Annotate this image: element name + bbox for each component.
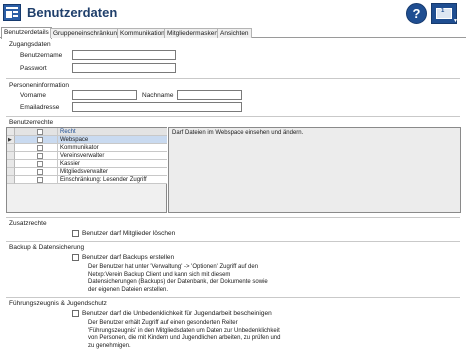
youth-description-line: Der Benutzer erhält Zugriff auf einen ge…	[88, 320, 238, 326]
row-pointer-icon: ▶	[8, 137, 12, 143]
youth-certify-checkbox[interactable]	[72, 310, 79, 317]
youth-description-line: zu genehmigen.	[88, 342, 131, 349]
window-switch-button[interactable]: 1 ▼	[431, 3, 458, 24]
right-checkbox[interactable]	[37, 177, 43, 183]
window-number: 1	[441, 8, 445, 14]
table-row[interactable]: ▶ Webspace	[7, 136, 167, 144]
username-label: Benutzername	[20, 52, 63, 59]
backup-description-line: Der Benutzer hat unter 'Verwaltung' -> '…	[88, 264, 259, 270]
username-input[interactable]	[72, 50, 176, 60]
password-label: Passwort	[20, 65, 47, 72]
create-backups-checkbox[interactable]	[72, 254, 79, 261]
right-label: Webspace	[58, 136, 167, 144]
rights-section-title: Benutzerrechte	[9, 119, 54, 126]
tab-bar: Benutzerdetails Gruppeneinschränkung Kom…	[0, 27, 466, 39]
backup-section-title: Backup & Datensicherung	[9, 244, 85, 251]
right-label: Kassier	[58, 160, 167, 168]
help-button[interactable]: ?	[406, 3, 427, 24]
section-divider	[6, 217, 460, 218]
email-input[interactable]	[72, 102, 242, 112]
right-label: Vereinsverwalter	[58, 152, 167, 160]
rights-grid: Recht ▶ Webspace Kommunikator Vereinsver…	[6, 127, 167, 213]
right-label: Einschränkung: Lesender Zugriff	[58, 176, 167, 184]
email-label: Emailadresse	[20, 104, 60, 111]
delete-members-label: Benutzer darf Mitglieder löschen	[82, 230, 176, 237]
right-checkbox[interactable]	[37, 145, 43, 151]
tab-mitgliedermasken[interactable]: Mitgliedermasken	[164, 28, 221, 38]
right-checkbox[interactable]	[37, 161, 43, 167]
section-divider	[6, 116, 460, 117]
rights-grid-header: Recht	[7, 128, 167, 136]
tab-kommunikation[interactable]: Kommunikation	[117, 28, 168, 38]
backup-description-line: Datensicherungen (Backups) der Datenbank…	[88, 279, 268, 285]
chevron-down-icon: ▼	[453, 18, 458, 24]
access-section-title: Zugangsdaten	[9, 41, 51, 48]
user-data-app-icon	[3, 4, 21, 21]
create-backups-label: Benutzer darf Backups erstellen	[82, 254, 175, 261]
youth-description-line: von Personen, die mit Kindern und Jugend…	[88, 335, 281, 341]
delete-members-checkbox[interactable]	[72, 230, 79, 237]
right-checkbox[interactable]	[37, 137, 43, 143]
backup-description-line: Netxp:Verein Backup Client und kann sich…	[88, 271, 231, 278]
person-section-title: Personeninformation	[9, 82, 69, 89]
additional-section-title: Zusatzrechte	[9, 220, 47, 227]
table-row[interactable]: Vereinsverwalter	[7, 152, 167, 160]
youth-description: Der Benutzer erhält Zugriff auf einen ge…	[88, 320, 328, 350]
tab-ansichten[interactable]: Ansichten	[217, 28, 252, 38]
youth-section-title: Führungszeugnis & Jugendschutz	[9, 300, 107, 307]
lastname-label: Nachname	[142, 92, 174, 99]
tab-benutzerdetails[interactable]: Benutzerdetails	[1, 27, 52, 39]
right-checkbox[interactable]	[37, 153, 43, 159]
tab-gruppeneinschraenkung[interactable]: Gruppeneinschränkung	[50, 28, 124, 38]
right-description: Darf Dateien im Webspace einsehen und än…	[168, 127, 461, 213]
select-all-checkbox[interactable]	[37, 129, 43, 135]
table-row[interactable]: Mitgliedsverwalter	[7, 168, 167, 176]
youth-description-line: 'Führungszeugnis' in den Mitgliedsdaten …	[88, 327, 280, 334]
backup-description-line: der eigenen Dateien erstellen.	[88, 286, 169, 293]
table-row[interactable]: Kassier	[7, 160, 167, 168]
table-row[interactable]: Einschränkung: Lesender Zugriff	[7, 176, 167, 184]
right-label: Kommunikator	[58, 144, 167, 152]
section-divider	[6, 78, 460, 79]
password-input[interactable]	[72, 63, 176, 73]
lastname-input[interactable]	[177, 90, 242, 100]
section-divider	[6, 241, 460, 242]
table-row[interactable]: Kommunikator	[7, 144, 167, 152]
page-title: Benutzerdaten	[27, 5, 118, 20]
header-bar: Benutzerdaten ? 1 ▼	[0, 0, 466, 27]
rights-column-header[interactable]: Recht	[58, 128, 167, 136]
right-label: Mitgliedsverwalter	[58, 168, 167, 176]
youth-certify-label: Benutzer darf die Unbedenklichkeit für J…	[82, 310, 272, 317]
firstname-label: Vorname	[20, 92, 47, 99]
backup-description: Der Benutzer hat unter 'Verwaltung' -> '…	[88, 264, 328, 294]
firstname-input[interactable]	[72, 90, 137, 100]
right-checkbox[interactable]	[37, 169, 43, 175]
section-divider	[6, 297, 460, 298]
